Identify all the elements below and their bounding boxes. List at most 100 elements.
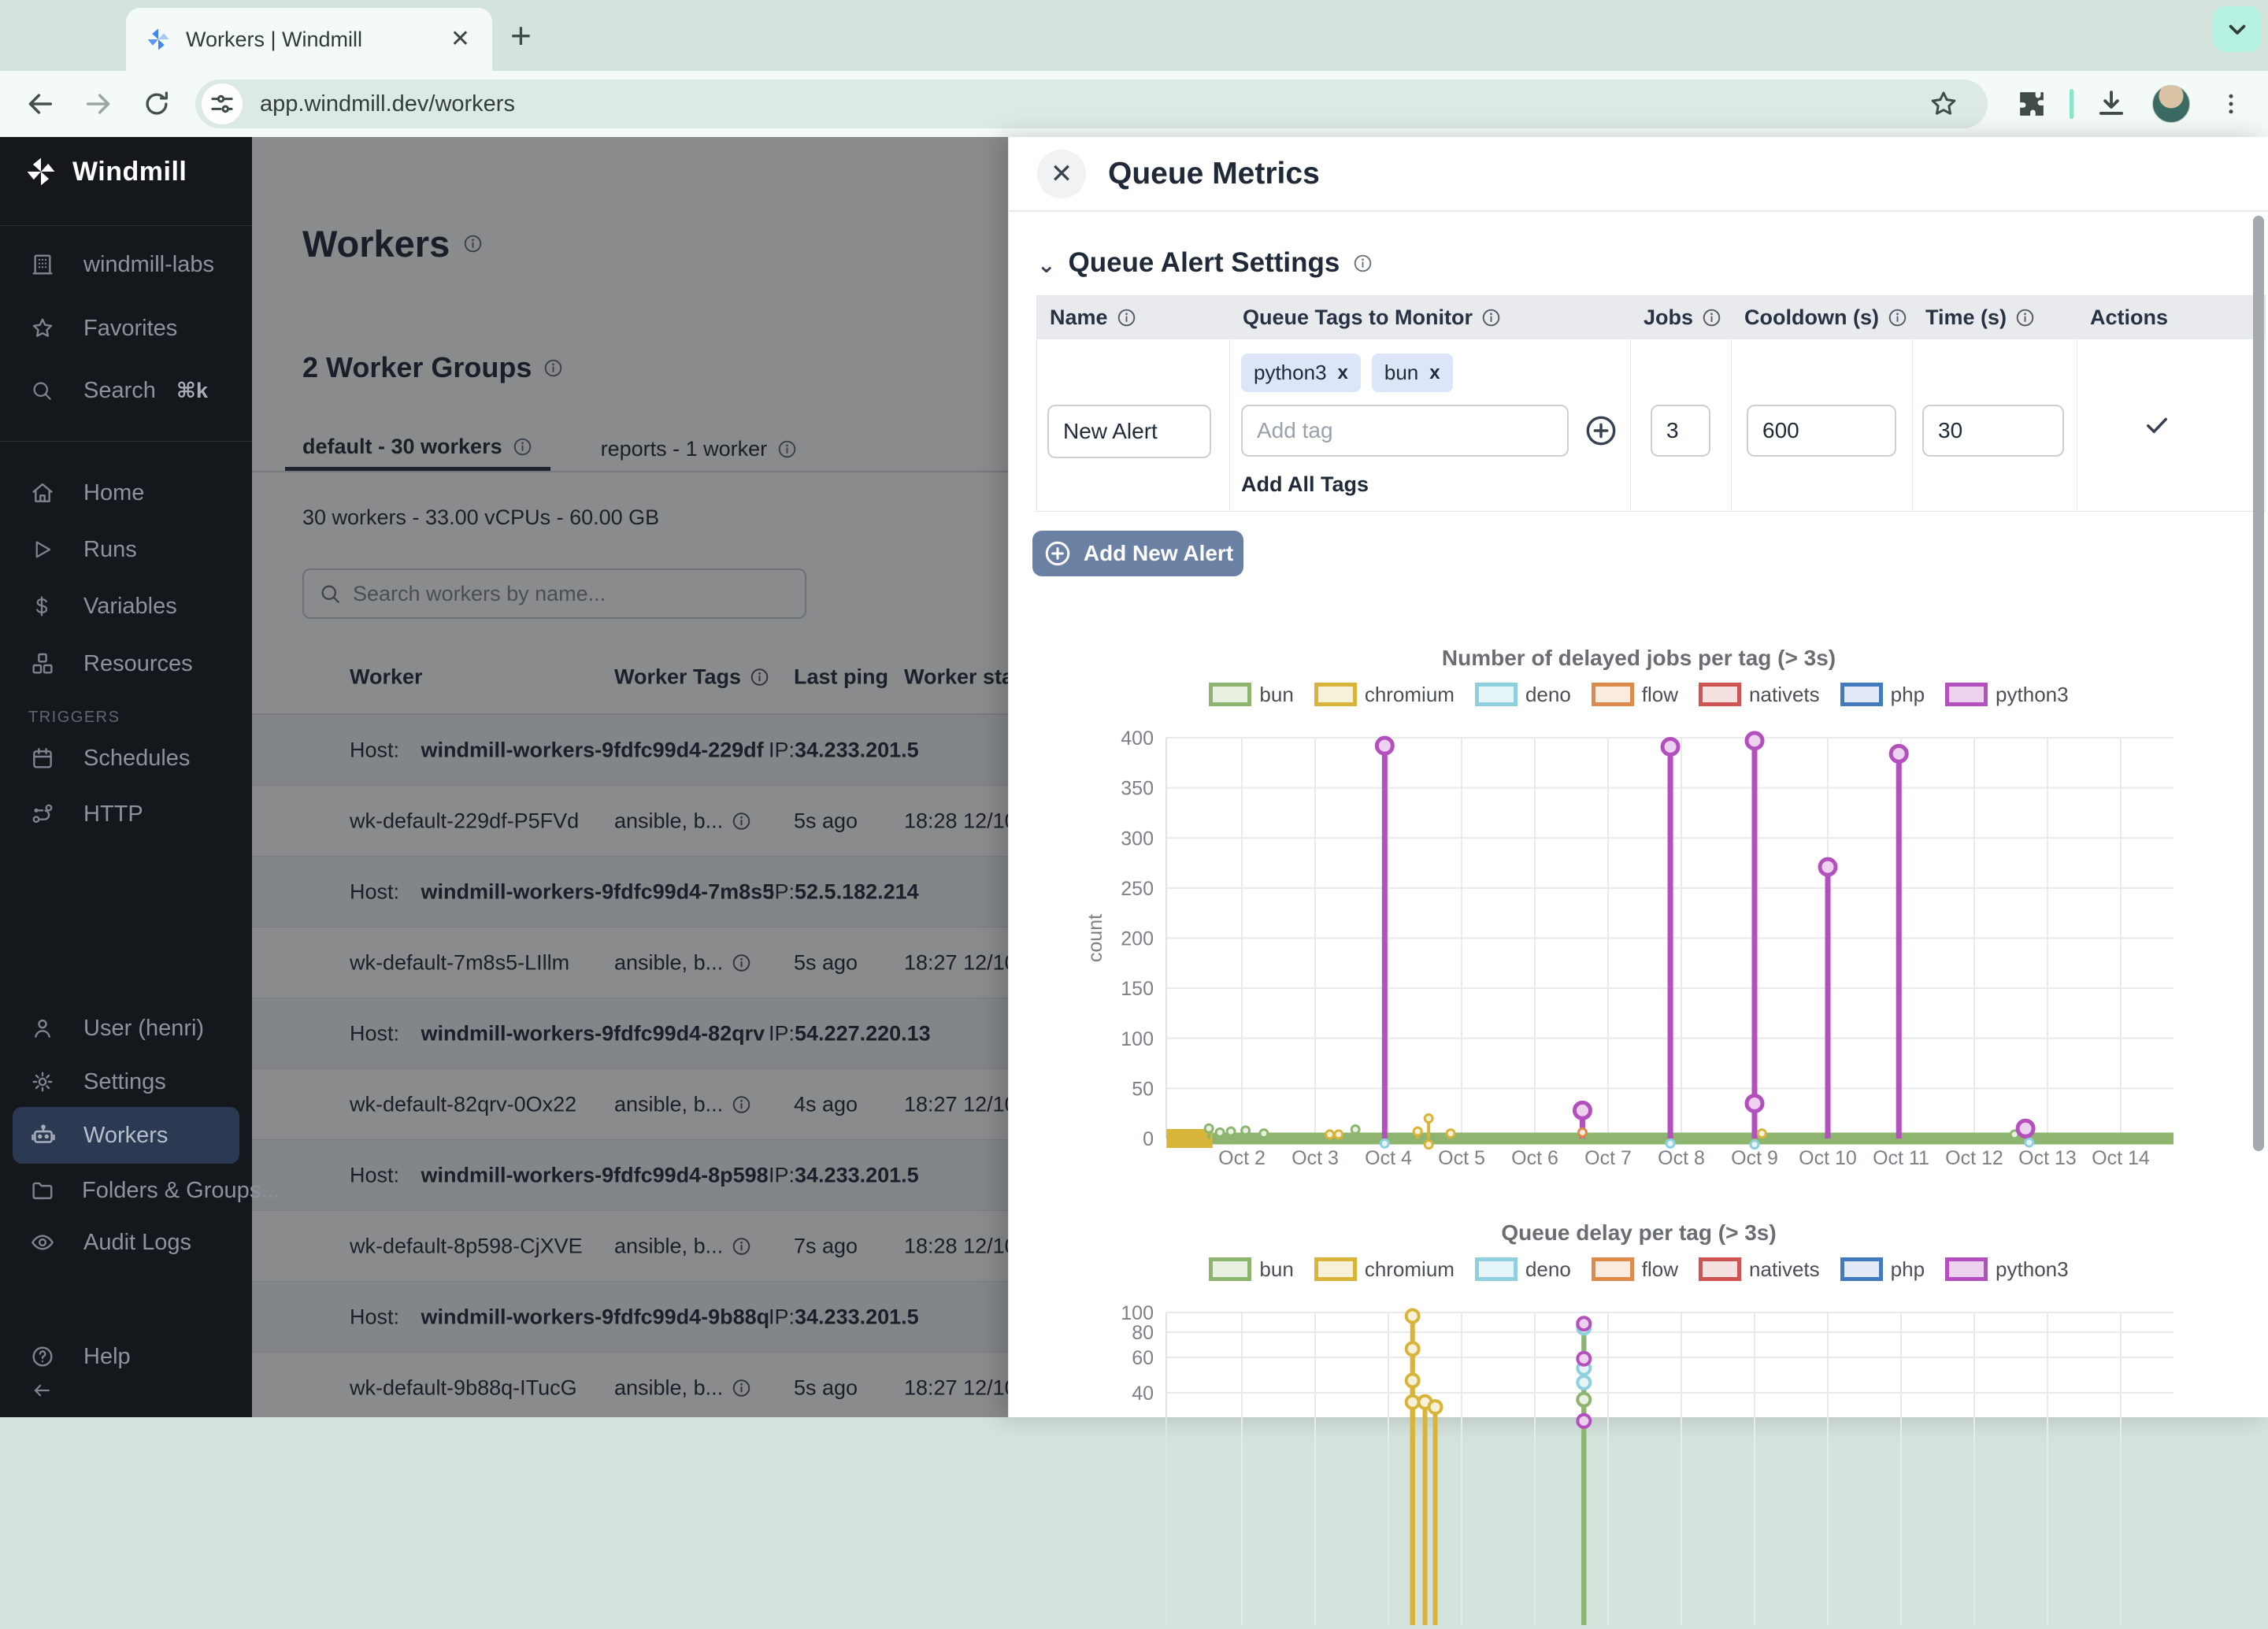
legend-item-chromium[interactable]: chromium [1314,1257,1455,1282]
confirm-check-icon[interactable] [2143,411,2171,439]
url-bar[interactable]: app.windmill.dev/workers [195,80,1988,128]
sidebar-item-user[interactable]: User (henri) [13,1000,239,1057]
time-input[interactable]: 30 [1922,405,2064,457]
info-icon[interactable] [1352,253,1373,274]
queue-metrics-drawer: ✕ Queue Metrics ⌄ Queue Alert Settings N… [1008,137,2268,1417]
legend-item-bun[interactable]: bun [1209,1257,1293,1282]
close-icon[interactable]: ✕ [1037,150,1086,198]
legend-item-chromium[interactable]: chromium [1314,683,1455,707]
downloads-icon[interactable] [2094,87,2129,121]
legend-swatch [1945,1257,1988,1281]
remove-tag-icon[interactable]: x [1429,362,1440,384]
drawer-title: Queue Metrics [1108,157,1320,191]
robot-icon [30,1122,57,1149]
sidebar-item-audit-logs[interactable]: Audit Logs [13,1214,239,1271]
sidebar-item-search[interactable]: Search⌘k [13,362,239,419]
arrow-left-icon [30,1379,57,1402]
add-tag-button[interactable] [1583,413,1619,449]
windmill-logo[interactable]: Windmill [24,154,187,189]
legend-item-flow[interactable]: flow [1592,1257,1678,1282]
add-tag-input[interactable]: Add tag [1241,405,1569,457]
sidebar-item-label: Favorites [83,316,177,342]
queue-delay-chart: Queue delay per tag (> 3s) bunchromiumde… [1056,1208,2222,1629]
shortcut-hint: ⌘k [176,379,208,403]
sidebar-item-back[interactable] [13,1362,239,1419]
legend-item-deno[interactable]: deno [1475,683,1571,707]
cooldown-input[interactable]: 600 [1747,405,1896,457]
drawer-scrollbar[interactable] [2253,216,2264,1151]
alert-settings-table: NameQueue Tags to MonitorJobsCooldown (s… [1036,295,2266,512]
windmill-favicon [145,26,172,53]
legend-label: python3 [1996,683,2069,707]
sidebar-item-variables[interactable]: Variables [13,578,239,635]
legend-item-bun[interactable]: bun [1209,683,1293,707]
sidebar-item-workers[interactable]: Workers [13,1107,239,1164]
legend-label: deno [1525,1257,1571,1282]
back-button[interactable] [22,86,58,122]
svg-text:50: 50 [1132,1078,1154,1100]
new-tab-button[interactable]: + [510,17,532,54]
sidebar-item-label: Folders & Groups... [82,1178,280,1204]
sidebar-item-settings[interactable]: Settings [13,1053,239,1110]
legend-item-nativets[interactable]: nativets [1699,683,1820,707]
forward-button[interactable] [80,86,117,122]
sidebar-item-label: Resources [83,651,193,677]
legend-swatch [1209,1257,1251,1281]
svg-text:Oct 11: Oct 11 [1873,1147,1929,1169]
legend-item-deno[interactable]: deno [1475,1257,1571,1282]
sidebar-item-favorites[interactable]: Favorites [13,300,239,357]
sidebar-item-schedules[interactable]: Schedules [13,730,239,787]
user-icon [30,1016,57,1041]
queue-alert-settings-heading[interactable]: ⌄ Queue Alert Settings [1037,247,1373,279]
legend-label: flow [1642,1257,1678,1282]
tab-search-chevron-button[interactable] [2213,6,2262,52]
jobs-input[interactable]: 3 [1651,405,1710,457]
legend-label: bun [1259,1257,1293,1282]
site-settings-icon[interactable] [202,83,243,124]
sidebar-item-windmill-labs[interactable]: windmill-labs [13,236,239,293]
extensions-icon[interactable] [2014,87,2049,121]
add-all-tags-link[interactable]: Add All Tags [1241,472,1619,497]
legend-swatch [1314,1257,1357,1281]
sidebar-item-home[interactable]: Home [13,465,239,521]
svg-text:Oct 2: Oct 2 [1218,1147,1266,1169]
profile-avatar[interactable] [2152,85,2190,123]
legend-label: chromium [1365,683,1455,707]
gear-icon [30,1069,57,1094]
legend-label: flow [1642,683,1678,707]
add-new-alert-button[interactable]: Add New Alert [1032,531,1243,576]
svg-text:Oct 3: Oct 3 [1292,1147,1339,1169]
windmill-logo-icon [24,154,58,189]
bookmark-icon[interactable] [1926,87,1961,121]
tag-pill-bun[interactable]: bunx [1372,354,1453,392]
legend-item-flow[interactable]: flow [1592,683,1678,707]
alert-col-queue-tags-to-monitor: Queue Tags to Monitor [1230,296,1631,339]
browser-toolbar: app.windmill.dev/workers [0,71,2268,137]
reload-button[interactable] [139,86,175,122]
star-icon [30,316,57,341]
sidebar-item-label: Workers [83,1123,168,1149]
tab-close-icon[interactable]: ✕ [444,24,476,54]
legend-item-php[interactable]: php [1840,683,1925,707]
sidebar-item-folders-groups[interactable]: Folders & Groups... [13,1162,239,1219]
chart-plot: 406080100 [1056,1287,2222,1625]
legend-label: php [1891,1257,1925,1282]
legend-swatch [1592,1257,1634,1281]
sidebar-item-http[interactable]: HTTP [13,786,239,842]
building-icon [30,252,57,277]
tag-pill-python3[interactable]: python3x [1241,354,1361,392]
legend-item-python3[interactable]: python3 [1945,1257,2069,1282]
alert-name-input[interactable]: New Alert [1047,405,1211,458]
legend-item-python3[interactable]: python3 [1945,683,2069,707]
sidebar-item-resources[interactable]: Resources [13,635,239,692]
folder-icon [30,1178,55,1203]
legend-item-php[interactable]: php [1840,1257,1925,1282]
browser-tab[interactable]: Workers | Windmill ✕ [126,8,492,71]
svg-text:Oct 5: Oct 5 [1438,1147,1485,1169]
sidebar-item-runs[interactable]: Runs [13,521,239,578]
legend-item-nativets[interactable]: nativets [1699,1257,1820,1282]
svg-text:Oct 8: Oct 8 [1658,1147,1705,1169]
browser-menu-icon[interactable] [2214,87,2248,121]
remove-tag-icon[interactable]: x [1338,362,1348,384]
collapse-chevron-icon[interactable]: ⌄ [1037,252,1055,278]
